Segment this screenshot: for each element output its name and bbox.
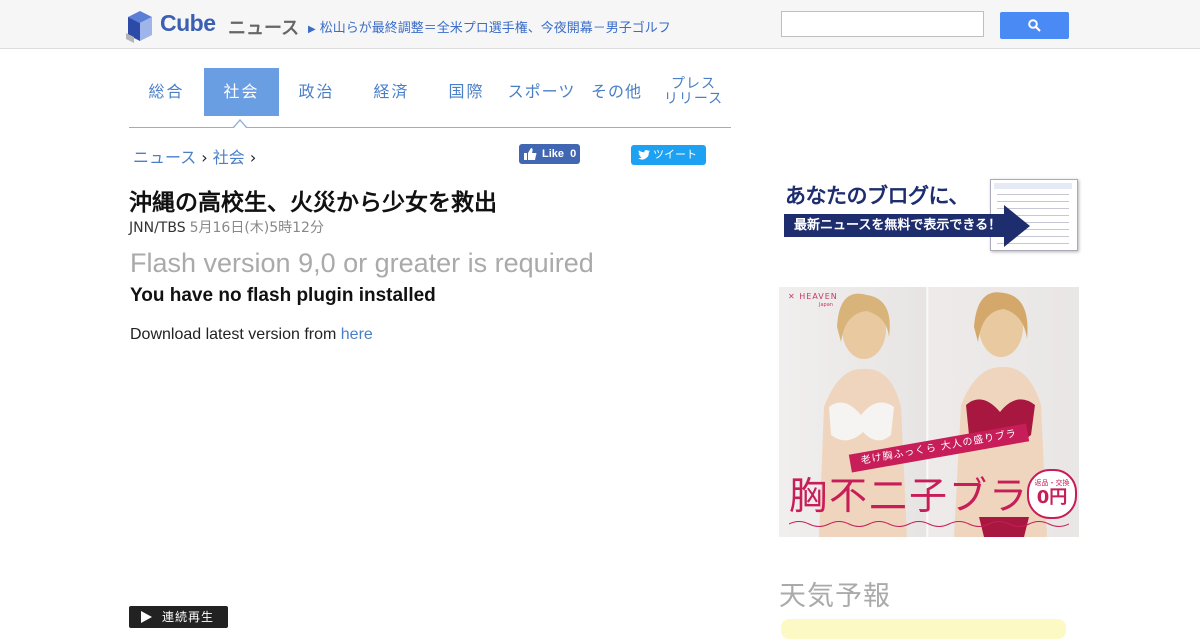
article-date: 5月16日(木)5時12分 bbox=[189, 220, 324, 236]
ad-free-return-badge: 返品・交換 0円 bbox=[1027, 469, 1077, 519]
ad-brand-logo: ✕ HEAVEN bbox=[788, 292, 838, 301]
tweet-button[interactable]: ツイート bbox=[631, 145, 706, 165]
ad-brand-sub: Japan bbox=[819, 302, 833, 308]
like-count: 0 bbox=[570, 148, 577, 160]
continuous-play-label: 連続再生 bbox=[162, 610, 215, 624]
tab-press-release[interactable]: プレス リリース bbox=[656, 68, 731, 116]
tab-economy[interactable]: 経済 bbox=[354, 68, 429, 116]
site-header: Cube ニュース ▶ 松山らが最終調整＝全米プロ選手権、今夜開幕－男子ゴルフ bbox=[0, 0, 1200, 49]
logo-subtitle[interactable]: ニュース bbox=[228, 14, 299, 40]
triangle-right-icon: ▶ bbox=[308, 24, 316, 35]
search-input[interactable] bbox=[781, 11, 984, 37]
flash-download-text: Download latest version from here bbox=[130, 326, 373, 344]
facebook-like-button[interactable]: Like 0 bbox=[519, 144, 580, 164]
blog-widget-banner[interactable]: あなたのブログに、 最新ニュースを無料で表示できる！ bbox=[781, 177, 1079, 251]
flash-required-message: Flash version 9,0 or greater is required bbox=[130, 248, 594, 278]
tabs-underline bbox=[129, 127, 731, 128]
breadcrumb-news-link[interactable]: ニュース bbox=[133, 148, 196, 167]
flash-download-prefix: Download latest version from bbox=[130, 326, 341, 343]
search-button[interactable] bbox=[1000, 12, 1069, 39]
top-headline-text: 松山らが最終調整＝全米プロ選手権、今夜開幕－男子ゴルフ bbox=[319, 21, 671, 36]
blog-banner-headline: あなたのブログに、 bbox=[785, 184, 969, 208]
ad-wave-decoration bbox=[789, 521, 1069, 527]
breadcrumb-society-link[interactable]: 社会 bbox=[213, 148, 245, 167]
top-headline-link[interactable]: ▶ 松山らが最終調整＝全米プロ選手権、今夜開幕－男子ゴルフ bbox=[308, 17, 671, 36]
category-tabs: 総合 社会 政治 経済 国際 スポーツ その他 プレス リリース bbox=[129, 68, 731, 128]
tab-international[interactable]: 国際 bbox=[429, 68, 504, 116]
tab-politics[interactable]: 政治 bbox=[279, 68, 354, 116]
tab-press-release-line1: プレス bbox=[671, 76, 716, 92]
article-title: 沖縄の高校生、火災から少女を救出 bbox=[129, 190, 497, 216]
breadcrumb-separator: › bbox=[249, 148, 257, 167]
weather-widget[interactable] bbox=[781, 619, 1066, 639]
tab-press-release-line2: リリース bbox=[663, 91, 724, 107]
advertisement-banner[interactable]: ✕ HEAVEN Japan 老け胸ふっくら 大人の盛りブラ 胸不二子ブラ 返品… bbox=[779, 287, 1079, 537]
active-tab-pointer-fill bbox=[234, 121, 246, 128]
continuous-play-button[interactable]: 連続再生 bbox=[129, 606, 228, 628]
tab-society[interactable]: 社会 bbox=[204, 68, 279, 116]
article-source: JNN/TBS bbox=[129, 220, 186, 236]
weather-section-title: 天気予報 bbox=[779, 581, 891, 612]
ad-product-name: 胸不二子ブラ bbox=[789, 474, 1030, 518]
cube-logo-icon[interactable] bbox=[126, 9, 154, 43]
flash-download-link[interactable]: here bbox=[341, 326, 373, 343]
article-meta: JNN/TBS 5月16日(木)5時12分 bbox=[129, 217, 324, 237]
breadcrumb-separator: › bbox=[201, 148, 208, 167]
blog-banner-bar: 最新ニュースを無料で表示できる！ bbox=[784, 214, 1006, 237]
play-icon bbox=[141, 611, 152, 623]
search-icon bbox=[1028, 19, 1041, 32]
tab-sports[interactable]: スポーツ bbox=[504, 68, 579, 116]
no-flash-message: You have no flash plugin installed bbox=[130, 285, 436, 306]
tab-general[interactable]: 総合 bbox=[129, 68, 204, 116]
breadcrumb: ニュース › 社会 › bbox=[133, 144, 256, 168]
tweet-label: ツイート bbox=[653, 148, 697, 161]
twitter-bird-icon bbox=[638, 150, 650, 160]
logo-text[interactable]: Cube bbox=[160, 10, 216, 37]
thumbs-up-icon bbox=[524, 148, 537, 160]
tab-other[interactable]: その他 bbox=[579, 68, 654, 116]
like-label: Like 0 bbox=[542, 148, 577, 160]
ad-badge-price: 0円 bbox=[1036, 487, 1068, 508]
arrow-right-icon bbox=[1004, 205, 1030, 247]
